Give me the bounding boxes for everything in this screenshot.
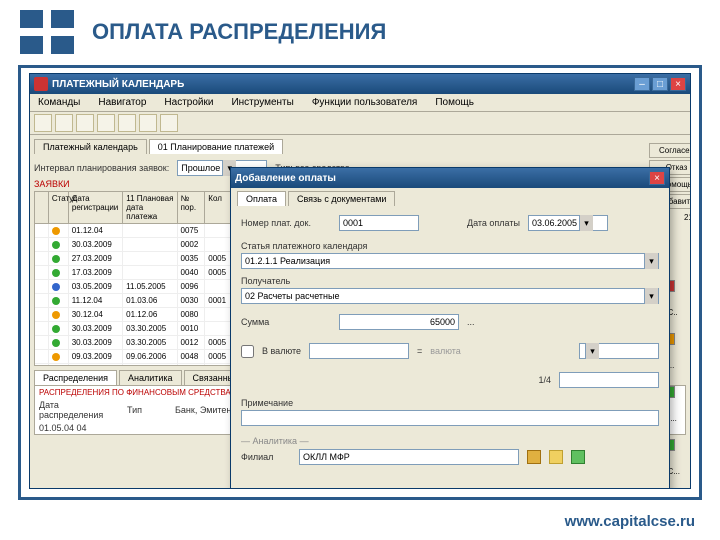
status-dot <box>52 255 60 263</box>
branch-field[interactable]: ОКЛЛ МФР <box>299 449 519 465</box>
bh-bank: Банк, Эмитент <box>175 405 236 415</box>
status-dot <box>52 353 60 361</box>
interval-label: Интервал планирования заявок: <box>34 163 169 173</box>
status-field[interactable]: 01.2.1.1 Реализация▾ <box>241 253 659 269</box>
agree-button[interactable]: Согласен <box>649 143 690 158</box>
sum-field[interactable]: 65000 <box>339 314 459 330</box>
status-dot <box>52 269 60 277</box>
add-payment-dialog: Добавление оплаты × Оплата Связь с докум… <box>230 167 670 488</box>
recv-field[interactable]: 02 Расчеты расчетные▾ <box>241 288 659 304</box>
menu-navigator[interactable]: Навигатор <box>94 96 150 109</box>
status-label: Статья платежного календаря <box>241 241 659 251</box>
note-label: Примечание <box>241 398 659 408</box>
rate-field[interactable] <box>559 372 659 388</box>
sum-label: Сумма <box>241 317 331 327</box>
requests-grid: Статус Дата регистрации 11 Плановая дата… <box>34 191 234 366</box>
calendar-icon[interactable]: ▾ <box>579 215 593 231</box>
folder-icon[interactable] <box>549 450 563 464</box>
menu-tools[interactable]: Инструменты <box>227 96 297 109</box>
currency-amount-field[interactable] <box>309 343 409 359</box>
currency-checkbox[interactable] <box>241 345 254 358</box>
tool-btn-1[interactable] <box>34 114 52 132</box>
brand-logo <box>20 10 74 54</box>
main-titlebar: ПЛАТЕЖНЫЙ КАЛЕНДАРЬ – □ × <box>30 74 690 94</box>
status-dot <box>52 325 60 333</box>
modal-title: Добавление оплаты <box>235 173 649 184</box>
chevron-down-icon[interactable]: ▾ <box>644 288 658 304</box>
menu-userfn[interactable]: Функции пользователя <box>308 96 422 109</box>
main-title: ПЛАТЕЖНЫЙ КАЛЕНДАРЬ <box>52 79 634 90</box>
menu-commands[interactable]: Команды <box>34 96 84 109</box>
main-window: ПЛАТЕЖНЫЙ КАЛЕНДАРЬ – □ × Команды Навига… <box>29 73 691 489</box>
status-dot <box>52 283 60 291</box>
table-row[interactable]: 30.03.2009 03.30.2005 0012 0005 <box>35 336 233 350</box>
recv-label: Получатель <box>241 276 659 286</box>
status-dot <box>52 227 60 235</box>
menu-help[interactable]: Помощь <box>431 96 478 109</box>
minimize-button[interactable]: – <box>634 77 650 91</box>
tool-btn-5[interactable] <box>118 114 136 132</box>
note-field[interactable] <box>241 410 659 426</box>
app-icon <box>34 77 48 91</box>
table-row[interactable]: 27.03.2009 0035 0005 <box>35 252 233 266</box>
maximize-button[interactable]: □ <box>652 77 668 91</box>
status-dot <box>52 339 60 347</box>
col-plandate[interactable]: 11 Плановая дата платежа <box>123 192 177 223</box>
table-row[interactable]: 09.03.2009 09.06.2006 0048 0005 <box>35 350 233 364</box>
status-dot <box>52 297 60 305</box>
table-row[interactable]: 30.03.2009 0002 <box>35 238 233 252</box>
date-label: Дата оплаты <box>467 218 520 228</box>
tool-btn-6[interactable] <box>139 114 157 132</box>
docnum-label: Номер плат. док. <box>241 218 331 228</box>
col-regdate[interactable]: Дата регистрации <box>69 192 123 223</box>
modal-tab-docs[interactable]: Связь с документами <box>288 191 395 206</box>
analytics-label: Аналитика <box>253 436 298 446</box>
bh-type: Тип <box>127 405 167 415</box>
currency-select[interactable]: ▾ <box>579 343 659 359</box>
btab-dist[interactable]: Распределения <box>34 370 117 385</box>
lookup-icon[interactable] <box>527 450 541 464</box>
btab-anal[interactable]: Аналитика <box>119 370 182 385</box>
table-row[interactable]: 17.03.2009 0040 0005 <box>35 266 233 280</box>
tool-btn-3[interactable] <box>76 114 94 132</box>
branch-label: Филиал <box>241 452 291 462</box>
col-qty[interactable]: Кол <box>205 192 233 223</box>
menu-settings[interactable]: Настройки <box>160 96 217 109</box>
confirm-icon[interactable] <box>571 450 585 464</box>
modal-close-button[interactable]: × <box>649 171 665 185</box>
col-num[interactable]: № пор. <box>178 192 206 223</box>
table-row[interactable]: 11.12.04 01.03.06 0030 0001 <box>35 294 233 308</box>
chevron-down-icon[interactable]: ▾ <box>585 343 599 359</box>
menubar: Команды Навигатор Настройки Инструменты … <box>30 94 690 112</box>
table-row[interactable]: 30.12.04 01.12.06 0080 <box>35 308 233 322</box>
table-row[interactable]: 01.12.04 0075 <box>35 224 233 238</box>
tool-btn-2[interactable] <box>55 114 73 132</box>
status-dot <box>52 241 60 249</box>
tool-btn-7[interactable] <box>160 114 178 132</box>
date-field[interactable]: 03.06.2005▾ <box>528 215 608 231</box>
docnum-field[interactable]: 0001 <box>339 215 419 231</box>
currency-code: валюта <box>430 346 461 356</box>
modal-tab-payment[interactable]: Оплата <box>237 191 286 206</box>
bh-date: Дата распределения <box>39 400 119 420</box>
tool-btn-4[interactable] <box>97 114 115 132</box>
table-row[interactable]: 30.03.2009 03.30.2005 0010 <box>35 322 233 336</box>
br-date: 01.05.04 04 <box>39 423 119 433</box>
col-status[interactable]: Статус <box>49 192 69 223</box>
currency-label: В валюте <box>262 346 301 356</box>
toolbar <box>30 112 690 135</box>
table-row[interactable]: 03.05.2009 11.05.2005 0096 <box>35 280 233 294</box>
close-button[interactable]: × <box>670 77 686 91</box>
tab-planning[interactable]: 01 Планирование платежей <box>149 139 283 154</box>
presentation-frame: ПЛАТЕЖНЫЙ КАЛЕНДАРЬ – □ × Команды Навига… <box>18 65 702 500</box>
page-title: ОПЛАТА РАСПРЕДЕЛЕНИЯ <box>92 19 386 45</box>
tab-calendar[interactable]: Платежный календарь <box>34 139 147 154</box>
status-dot <box>52 311 60 319</box>
chevron-down-icon[interactable]: ▾ <box>644 253 658 269</box>
footer-url: www.capitalcse.ru <box>565 513 695 530</box>
table-row[interactable]: 01.12.04 01.12.06 0075 <box>35 364 233 366</box>
